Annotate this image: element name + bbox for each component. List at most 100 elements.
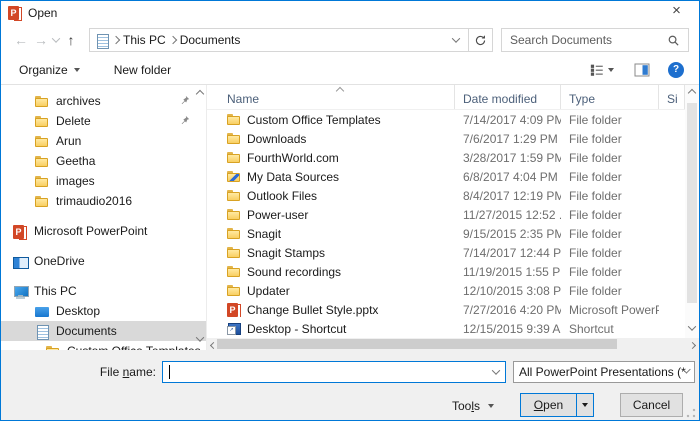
preview-pane-button[interactable]	[629, 60, 655, 80]
file-row[interactable]: Power-user 11/27/2015 12:52 ... File fol…	[207, 205, 685, 224]
new-folder-button[interactable]: New folder	[106, 59, 179, 81]
sidebar-item-custom-office-templates[interactable]: Custom Office Templates	[1, 341, 206, 350]
powerpoint-app-icon	[8, 6, 22, 19]
file-row[interactable]: Sound recordings 11/19/2015 1:55 PM File…	[207, 262, 685, 281]
sidebar-items: archives Delete Arun Geetha images trima…	[1, 91, 206, 350]
refresh-icon[interactable]	[468, 29, 492, 51]
sidebar-item-documents[interactable]: Documents	[1, 321, 206, 341]
file-name: Downloads	[247, 132, 306, 146]
help-icon: ?	[668, 62, 684, 78]
close-icon[interactable]: ×	[654, 1, 699, 23]
file-row[interactable]: Change Bullet Style.pptx 7/27/2016 4:20 …	[207, 300, 685, 319]
resize-grip-icon[interactable]	[686, 408, 696, 418]
folder-icon	[227, 132, 241, 145]
sidebar-item-this-pc[interactable]: This PC	[1, 281, 206, 301]
text-caret	[169, 365, 170, 379]
sidebar-item-geetha[interactable]: Geetha	[1, 151, 206, 171]
file-type: File folder	[561, 132, 659, 146]
sidebar-item-trimaudio2016[interactable]: trimaudio2016	[1, 191, 206, 211]
folder-icon	[227, 113, 241, 126]
organize-label: Organize	[19, 63, 68, 77]
help-button[interactable]: ?	[663, 59, 689, 81]
organize-button[interactable]: Organize	[11, 59, 88, 81]
sidebar-item-onedrive[interactable]: OneDrive	[1, 251, 206, 271]
file-type: File folder	[561, 246, 659, 260]
horizontal-scrollbar[interactable]	[207, 338, 699, 350]
file-row[interactable]: My Data Sources 6/8/2017 4:04 PM File fo…	[207, 167, 685, 186]
document-icon	[35, 325, 49, 338]
file-list: Name Date modified Type Si Custom Office…	[207, 85, 699, 350]
file-row[interactable]: Custom Office Templates 7/14/2017 4:09 P…	[207, 110, 685, 129]
sidebar-item-archives[interactable]: archives	[1, 91, 206, 111]
up-button[interactable]: ↑	[61, 32, 81, 48]
address-bar[interactable]: This PC Documents	[89, 28, 493, 52]
file-row[interactable]: FourthWorld.com 3/28/2017 1:59 PM File f…	[207, 148, 685, 167]
sidebar-item-microsoft-powerpoint[interactable]: Microsoft PowerPoint	[1, 221, 206, 241]
file-date-modified: 11/27/2015 12:52 ...	[455, 208, 561, 222]
recent-locations-icon[interactable]	[52, 34, 60, 42]
chevron-down-icon	[488, 404, 494, 408]
command-toolbar: Organize New folder ?	[1, 56, 699, 85]
sidebar-item-arun[interactable]: Arun	[1, 131, 206, 151]
scroll-right-icon[interactable]	[686, 337, 698, 351]
open-label[interactable]: Open	[521, 394, 576, 416]
shortcut-icon	[227, 322, 241, 335]
sidebar-item-images[interactable]: images	[1, 171, 206, 191]
file-row[interactable]: Downloads 7/6/2017 1:29 PM File folder	[207, 129, 685, 148]
sidebar-item-delete[interactable]: Delete	[1, 111, 206, 131]
vertical-scrollbar[interactable]	[685, 85, 699, 338]
pptx-icon	[227, 303, 241, 316]
tools-button[interactable]: Tools	[438, 394, 508, 418]
forward-button[interactable]: →	[31, 32, 51, 48]
file-name: Snagit	[247, 227, 281, 241]
file-type: Shortcut	[561, 322, 659, 336]
file-type-select[interactable]: All PowerPoint Presentations (*	[513, 361, 695, 383]
file-row[interactable]: Desktop - Shortcut 12/15/2015 9:39 AM Sh…	[207, 319, 685, 338]
file-date-modified: 12/10/2015 3:08 PM	[455, 284, 561, 298]
navigation-bar: ← → ↑ This PC Documents Search Documents	[1, 24, 699, 56]
open-dialog: Open × ← → ↑ This PC Documents Search Do…	[0, 0, 700, 421]
file-name-input[interactable]	[162, 361, 506, 383]
file-name: Change Bullet Style.pptx	[247, 303, 378, 317]
open-button[interactable]: Open	[520, 393, 594, 417]
file-row[interactable]: Snagit 9/15/2015 2:35 PM File folder	[207, 224, 685, 243]
navigation-pane: archives Delete Arun Geetha images trima…	[1, 85, 207, 350]
folder-icon	[35, 175, 49, 188]
file-name: Sound recordings	[247, 265, 341, 279]
open-dropdown-button[interactable]	[576, 394, 593, 416]
desktop-icon	[35, 305, 49, 318]
column-header-date-modified[interactable]: Date modified	[455, 85, 561, 109]
file-type: File folder	[561, 284, 659, 298]
breadcrumb-this-pc[interactable]: This PC	[123, 33, 166, 47]
folder-icon	[35, 95, 49, 108]
file-rows: Custom Office Templates 7/14/2017 4:09 P…	[207, 110, 685, 338]
document-icon	[95, 34, 109, 47]
scroll-down-icon[interactable]	[688, 322, 696, 330]
file-date-modified: 11/19/2015 1:55 PM	[455, 265, 561, 279]
dialog-footer: File name: All PowerPoint Presentations …	[1, 350, 699, 420]
file-row[interactable]: Outlook Files 8/4/2017 12:19 PM File fol…	[207, 186, 685, 205]
breadcrumb-documents[interactable]: Documents	[180, 33, 241, 47]
new-folder-label: New folder	[114, 63, 171, 77]
file-date-modified: 6/8/2017 4:04 PM	[455, 170, 561, 184]
folder-icon	[227, 208, 241, 221]
sidebar-item-desktop[interactable]: Desktop	[1, 301, 206, 321]
change-view-button[interactable]	[585, 60, 619, 80]
search-input[interactable]: Search Documents	[501, 28, 689, 52]
vertical-scroll-thumb[interactable]	[687, 103, 697, 303]
horizontal-scroll-thumb[interactable]	[217, 339, 617, 349]
folder-icon	[227, 227, 241, 240]
column-header-name[interactable]: Name	[207, 85, 455, 109]
back-button[interactable]: ←	[11, 32, 31, 48]
column-headers: Name Date modified Type Si	[207, 85, 699, 110]
file-name-dropdown-icon[interactable]	[492, 366, 500, 374]
file-row[interactable]: Snagit Stamps 7/14/2017 12:44 PM File fo…	[207, 243, 685, 262]
file-date-modified: 8/4/2017 12:19 PM	[455, 189, 561, 203]
address-dropdown-icon[interactable]	[444, 29, 468, 51]
column-header-size[interactable]: Si	[659, 85, 685, 109]
scroll-up-icon[interactable]	[688, 89, 696, 97]
file-row[interactable]: Updater 12/10/2015 3:08 PM File folder	[207, 281, 685, 300]
window-title: Open	[28, 6, 57, 20]
cancel-button[interactable]: Cancel	[620, 393, 683, 417]
column-header-type[interactable]: Type	[561, 85, 659, 109]
